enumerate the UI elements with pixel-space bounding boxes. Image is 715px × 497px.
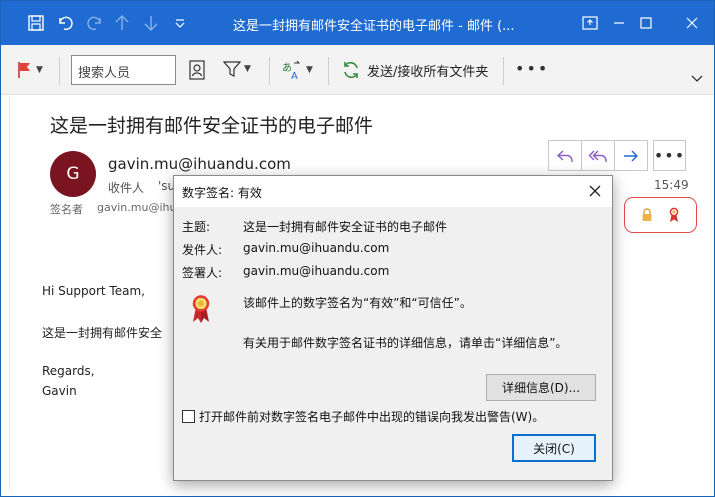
body-signature: Gavin [42,384,77,398]
ribbon-display-icon[interactable] [576,9,604,37]
reply-icon [556,149,573,162]
message-subject: 这是一封拥有邮件安全证书的电子邮件 [50,115,374,137]
filter-icon [223,61,241,77]
reply-actions [548,140,648,171]
security-indicators [624,197,697,233]
send-receive-label: 发送/接收所有文件夹 [367,64,489,80]
flag-icon [18,62,30,78]
address-book-icon [189,60,205,80]
dialog-title: 数字签名: 有效 [182,186,262,200]
chevron-down-icon: ▼ [306,65,313,75]
signer-value: gavin.mu@ihuandu.com [243,264,390,278]
signature-status-text: 该邮件上的数字签名为“有效”和“可信任”。 [243,296,472,310]
reply-all-button[interactable] [582,141,615,170]
ribbon-divider [269,57,270,85]
subject-label: 主题: [182,220,211,234]
chevron-down-icon: ▼ [244,64,251,74]
filter-button[interactable]: ▼ [223,60,251,78]
arrow-down-icon[interactable] [140,12,162,34]
sync-icon [344,62,358,78]
signed-by-label: 签名者 [50,203,83,216]
customize-toolbar-icon[interactable] [169,12,191,34]
warn-on-error-option[interactable]: 打开邮件前对数字签名电子邮件中出现的错误向我发出警告(W)。 [182,408,544,425]
details-button[interactable]: 详细信息(D)... [486,374,596,401]
reply-all-icon [588,150,607,162]
forward-button[interactable] [615,141,647,170]
subject-value: 这是一封拥有邮件安全证书的电子邮件 [243,220,448,234]
valid-signature-icon [190,294,212,327]
save-icon[interactable] [25,12,47,34]
translate-button[interactable]: あA ▼ [281,60,313,80]
translate-icon: あA [282,60,301,80]
digital-signature-dialog: 数字签名: 有效 主题: 这是一封拥有邮件安全证书的电子邮件 发件人: gavi… [173,175,613,481]
to-label: 收件人 [108,181,145,195]
maximize-icon[interactable] [632,9,660,37]
sender-label: 发件人: [182,243,223,257]
redo-icon[interactable] [84,12,106,34]
lock-icon[interactable] [641,208,653,222]
ribbon-divider [503,57,504,85]
forward-icon [624,150,638,161]
ribbon-toolbar: ▼ 搜索人员 ▼ あA ▼ 发送/接收所有文件夹 ••• [1,45,714,95]
body-closing: Regards, [42,364,95,378]
expand-ribbon-icon[interactable] [691,75,703,83]
close-button[interactable]: 关闭(C) [512,434,596,462]
body-greeting: Hi Support Team, [42,284,145,298]
undo-icon[interactable] [54,12,76,34]
received-time: 15:49 [654,178,689,192]
more-commands-icon[interactable]: ••• [515,59,549,78]
close-window-icon[interactable] [678,9,706,37]
reply-button[interactable] [549,141,582,170]
arrow-up-icon[interactable] [111,12,133,34]
address-book-button[interactable] [189,60,205,80]
certificate-ribbon-icon[interactable] [668,207,680,223]
minimize-icon[interactable] [605,9,633,37]
search-people-input[interactable]: 搜索人员 [71,55,176,85]
dialog-close-icon[interactable] [586,182,604,200]
signed-by-value: gavin.mu@ihu [97,201,177,214]
flag-button[interactable]: ▼ [17,61,43,79]
sender-value: gavin.mu@ihuandu.com [243,241,390,255]
outlook-message-window: 这是一封拥有邮件安全证书的电子邮件 - 邮件 (... ▼ 搜索人员 ▼ あ A… [0,0,715,497]
ribbon-divider [59,57,60,85]
sender-address[interactable]: gavin.mu@ihuandu.com [108,155,291,173]
svg-text:A: A [291,71,298,80]
signer-label: 签署人: [182,266,223,280]
more-actions-button[interactable]: ••• [653,140,686,171]
warn-on-error-label: 打开邮件前对数字签名电子邮件中出现的错误向我发出警告(W)。 [199,410,545,424]
send-receive-all-button[interactable]: 发送/接收所有文件夹 [341,60,488,80]
body-line: 这是一封拥有邮件安全 [42,326,163,340]
title-bar: 这是一封拥有邮件安全证书的电子邮件 - 邮件 (... [1,1,714,45]
warn-on-error-checkbox[interactable] [182,410,195,423]
chevron-down-icon: ▼ [36,65,43,75]
sender-avatar[interactable]: G [50,151,96,197]
details-hint-text: 有关用于邮件数字签名证书的详细信息，请单击“详细信息”。 [243,336,568,350]
ribbon-divider [328,57,329,85]
window-title: 这是一封拥有邮件安全证书的电子邮件 - 邮件 (... [233,19,515,34]
dialog-title-bar: 数字签名: 有效 [174,176,612,207]
